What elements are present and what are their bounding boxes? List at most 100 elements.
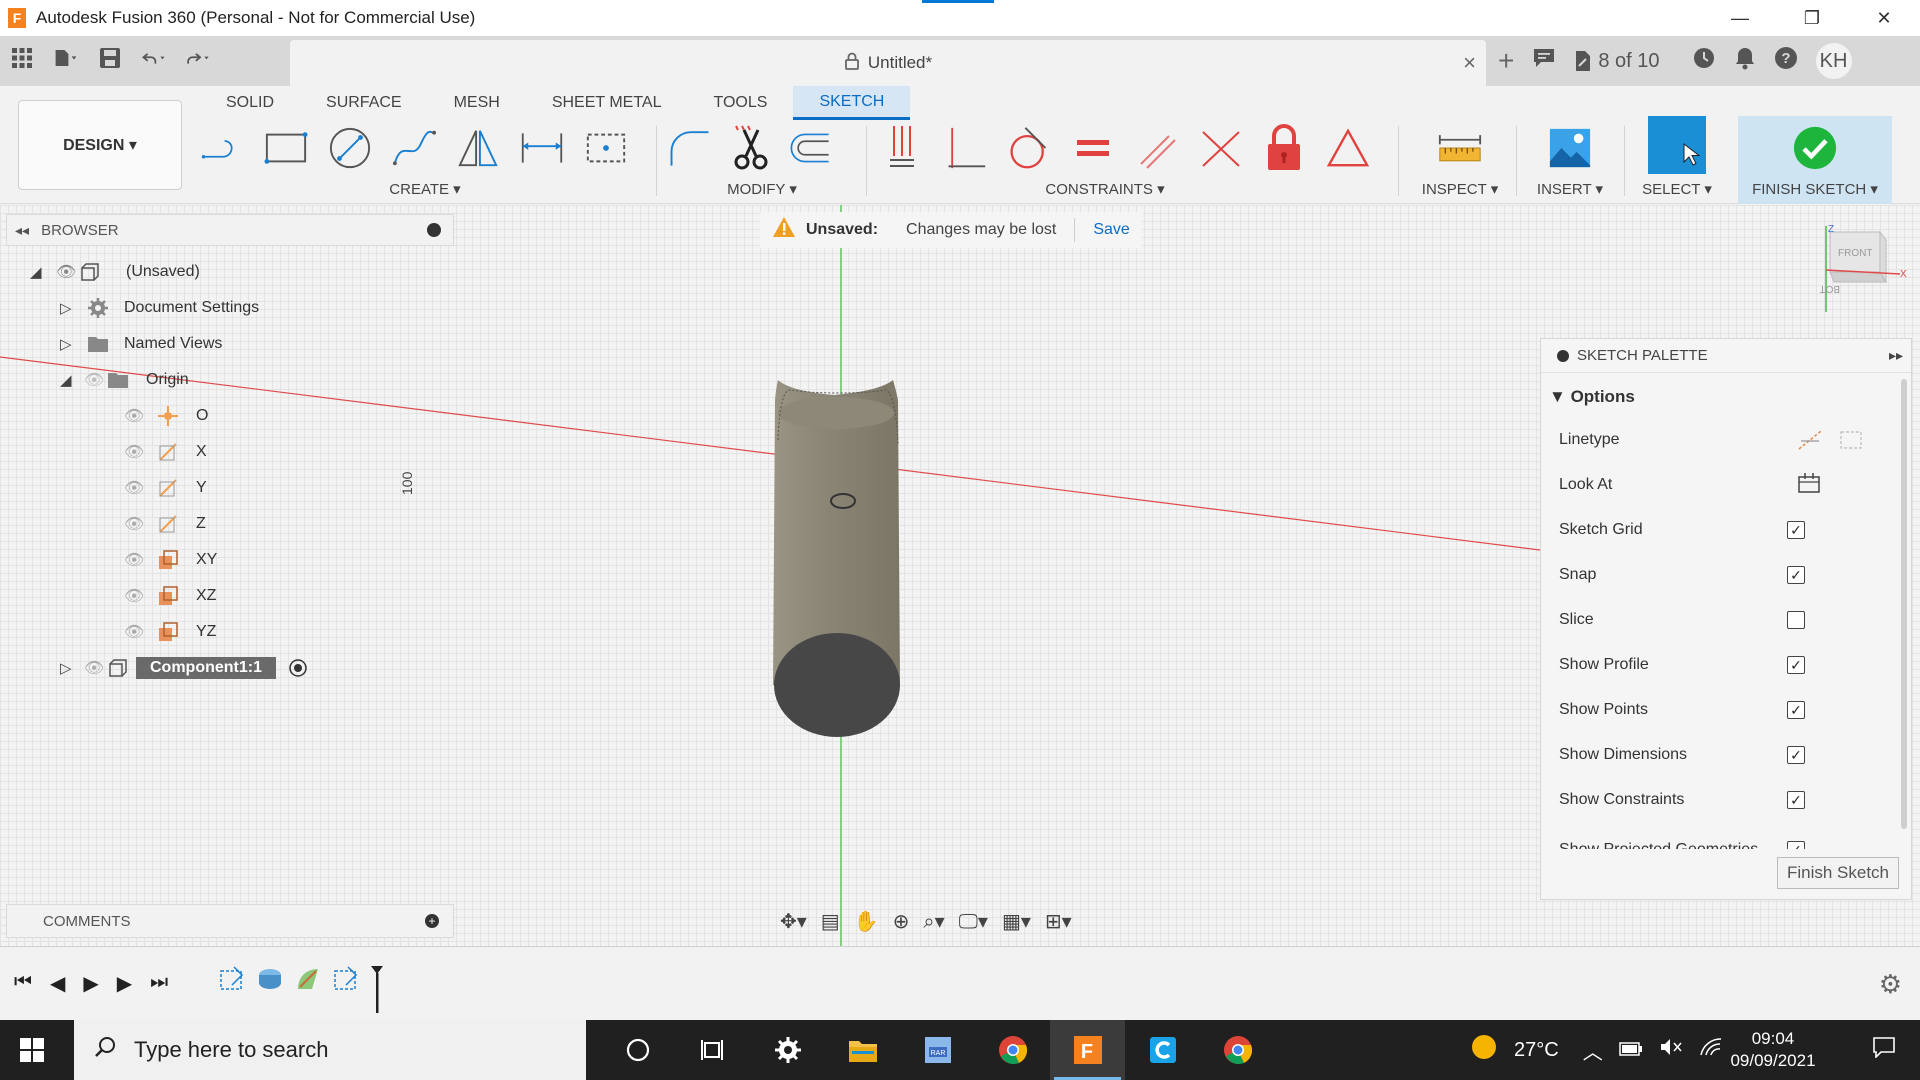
taskbar-search-box[interactable]: Type here to search bbox=[74, 1020, 586, 1080]
weather-sun-icon[interactable] bbox=[1470, 1033, 1498, 1067]
tree-root[interactable]: ◢ 👁 (Unsaved) bbox=[30, 258, 200, 286]
tangent-constraint-icon[interactable] bbox=[1007, 126, 1051, 170]
data-panel-grid-icon[interactable] bbox=[10, 46, 34, 70]
file-menu-icon[interactable] bbox=[54, 46, 78, 70]
measure-ruler-icon[interactable] bbox=[1438, 126, 1482, 170]
visibility-eye-icon[interactable]: 👁 bbox=[124, 622, 146, 642]
task-view-icon[interactable] bbox=[675, 1020, 750, 1080]
finish-sketch-group[interactable]: FINISH SKETCH ▾ bbox=[1738, 116, 1892, 204]
tray-expand-icon[interactable]: ︿ bbox=[1583, 1036, 1603, 1065]
select-group-label[interactable]: SELECT ▾ bbox=[1630, 180, 1724, 198]
tab-tools[interactable]: TOOLS bbox=[687, 86, 793, 120]
settings-gear-icon[interactable] bbox=[750, 1020, 825, 1080]
hidden-eye-icon[interactable]: 👁 bbox=[84, 370, 106, 390]
add-comment-icon[interactable]: + bbox=[425, 914, 439, 928]
browser-minimize-icon[interactable] bbox=[427, 223, 441, 237]
new-tab-plus-icon[interactable]: + bbox=[1498, 45, 1514, 77]
file-explorer-icon[interactable] bbox=[825, 1020, 900, 1080]
activate-radio-icon[interactable] bbox=[286, 658, 310, 678]
trim-scissors-icon[interactable] bbox=[728, 125, 772, 170]
parallel-constraint-icon[interactable] bbox=[1135, 126, 1179, 170]
tree-item-z-axis[interactable]: 👁 Z bbox=[124, 510, 206, 538]
visibility-eye-icon[interactable]: 👁 bbox=[56, 262, 78, 282]
undo-icon[interactable] bbox=[142, 46, 166, 70]
show-constraints-checkbox[interactable]: ✓ bbox=[1787, 791, 1805, 809]
fusion-360-taskbar-icon[interactable]: F bbox=[1050, 1020, 1125, 1080]
tab-sketch[interactable]: SKETCH bbox=[793, 86, 911, 120]
tree-item-yz-plane[interactable]: 👁 YZ bbox=[124, 618, 216, 646]
line-tool-icon[interactable] bbox=[200, 126, 244, 170]
go-to-start-icon[interactable]: ⏮ bbox=[14, 971, 32, 996]
mirror-tool-icon[interactable] bbox=[456, 126, 500, 170]
visibility-eye-icon[interactable]: 👁 bbox=[124, 514, 146, 534]
palette-expand-icon[interactable]: ▸▸ bbox=[1889, 347, 1903, 364]
collinear-constraint-icon[interactable] bbox=[1199, 126, 1243, 170]
circle-tool-icon[interactable] bbox=[328, 126, 372, 170]
perpendicular-constraint-icon[interactable] bbox=[943, 126, 987, 170]
slice-checkbox[interactable] bbox=[1787, 611, 1805, 629]
equal-constraint-icon[interactable] bbox=[1071, 126, 1114, 170]
viewports-icon[interactable]: ⊞▾ bbox=[1045, 909, 1072, 934]
finish-sketch-label[interactable]: FINISH SKETCH ▾ bbox=[1738, 180, 1892, 198]
expanded-triangle-icon[interactable]: ◢ bbox=[30, 263, 48, 281]
collapsed-triangle-icon[interactable]: ▷ bbox=[60, 659, 78, 677]
collapse-panel-icon[interactable]: ◂◂ bbox=[15, 222, 29, 239]
look-at-button-icon[interactable] bbox=[1797, 472, 1821, 499]
close-window-button[interactable]: ✕ bbox=[1848, 0, 1920, 36]
show-projected-geometries-checkbox[interactable]: ✓ bbox=[1787, 841, 1805, 849]
tree-item-y-axis[interactable]: 👁 Y bbox=[124, 474, 207, 502]
timeline-fillet-icon[interactable] bbox=[294, 965, 322, 1018]
palette-scrollbar[interactable] bbox=[1901, 379, 1907, 829]
constraints-group-label[interactable]: CONSTRAINTS ▾ bbox=[840, 180, 1370, 198]
tab-surface[interactable]: SURFACE bbox=[300, 86, 428, 120]
restore-button[interactable]: ❐ bbox=[1776, 0, 1848, 36]
user-avatar[interactable]: KH bbox=[1815, 43, 1852, 79]
tree-item-document-settings[interactable]: ▷ Document Settings bbox=[60, 294, 259, 322]
show-dimensions-checkbox[interactable]: ✓ bbox=[1787, 746, 1805, 764]
spline-tool-icon[interactable] bbox=[392, 126, 436, 170]
visibility-eye-icon[interactable]: 👁 bbox=[124, 442, 146, 462]
action-center-icon[interactable] bbox=[1872, 1036, 1896, 1064]
finish-check-icon[interactable] bbox=[1793, 126, 1837, 170]
zoom-icon[interactable]: ⊕ bbox=[893, 909, 910, 934]
tree-item-x-axis[interactable]: 👁 X bbox=[124, 438, 207, 466]
construction-linetype-icon[interactable] bbox=[1797, 429, 1863, 451]
symmetry-triangle-icon[interactable] bbox=[1326, 126, 1370, 170]
save-link[interactable]: Save bbox=[1093, 221, 1129, 239]
windows-start-icon[interactable] bbox=[20, 1038, 44, 1062]
document-tab[interactable]: Untitled* × bbox=[290, 40, 1486, 86]
go-to-end-icon[interactable]: ⏭ bbox=[150, 971, 168, 996]
point-tool-icon[interactable] bbox=[584, 126, 628, 170]
visibility-eye-icon[interactable]: 👁 bbox=[84, 658, 106, 678]
tree-item-named-views[interactable]: ▷ Named Views bbox=[60, 330, 222, 358]
tree-item-origin[interactable]: ◢ 👁 Origin bbox=[60, 366, 189, 394]
finish-sketch-button[interactable]: Finish Sketch bbox=[1777, 857, 1899, 889]
tab-mesh[interactable]: MESH bbox=[428, 86, 526, 120]
timeline-sketch-icon[interactable] bbox=[218, 965, 246, 1018]
timeline-extrude-icon[interactable] bbox=[256, 965, 284, 1018]
pan-hand-icon[interactable]: ✋ bbox=[854, 909, 879, 934]
palette-pin-icon[interactable] bbox=[1557, 349, 1569, 362]
wifi-icon[interactable] bbox=[1699, 1037, 1723, 1063]
tree-item-xy-plane[interactable]: 👁 XY bbox=[124, 546, 217, 574]
create-group-label[interactable]: CREATE ▾ bbox=[200, 180, 650, 198]
minimize-button[interactable]: — bbox=[1704, 0, 1776, 36]
timeline-sketch2-icon[interactable] bbox=[332, 965, 360, 1018]
job-status-icon[interactable]: 8 of 10 bbox=[1574, 50, 1660, 73]
rectangle-tool-icon[interactable] bbox=[264, 126, 308, 170]
timeline-marker-icon[interactable] bbox=[370, 965, 384, 1018]
timeline-settings-gear-icon[interactable]: ⚙ bbox=[1879, 969, 1902, 1000]
offset-tool-icon[interactable] bbox=[788, 126, 832, 170]
notifications-bell-icon[interactable] bbox=[1734, 46, 1756, 76]
collapsed-triangle-icon[interactable]: ▷ bbox=[60, 335, 78, 353]
sketch-grid-checkbox[interactable]: ✓ bbox=[1787, 521, 1805, 539]
step-forward-icon[interactable]: ▶ bbox=[117, 971, 132, 996]
coincident-constraint-icon[interactable] bbox=[880, 126, 923, 170]
visibility-eye-icon[interactable]: 👁 bbox=[124, 586, 146, 606]
orbit-icon[interactable]: ✥▾ bbox=[780, 909, 807, 934]
expanded-triangle-icon[interactable]: ◢ bbox=[60, 371, 78, 389]
volume-muted-icon[interactable] bbox=[1659, 1037, 1683, 1063]
show-profile-checkbox[interactable]: ✓ bbox=[1787, 656, 1805, 674]
visibility-eye-icon[interactable]: 👁 bbox=[124, 550, 146, 570]
view-cube[interactable]: Z X FRONT BOTTOM bbox=[1797, 222, 1910, 312]
